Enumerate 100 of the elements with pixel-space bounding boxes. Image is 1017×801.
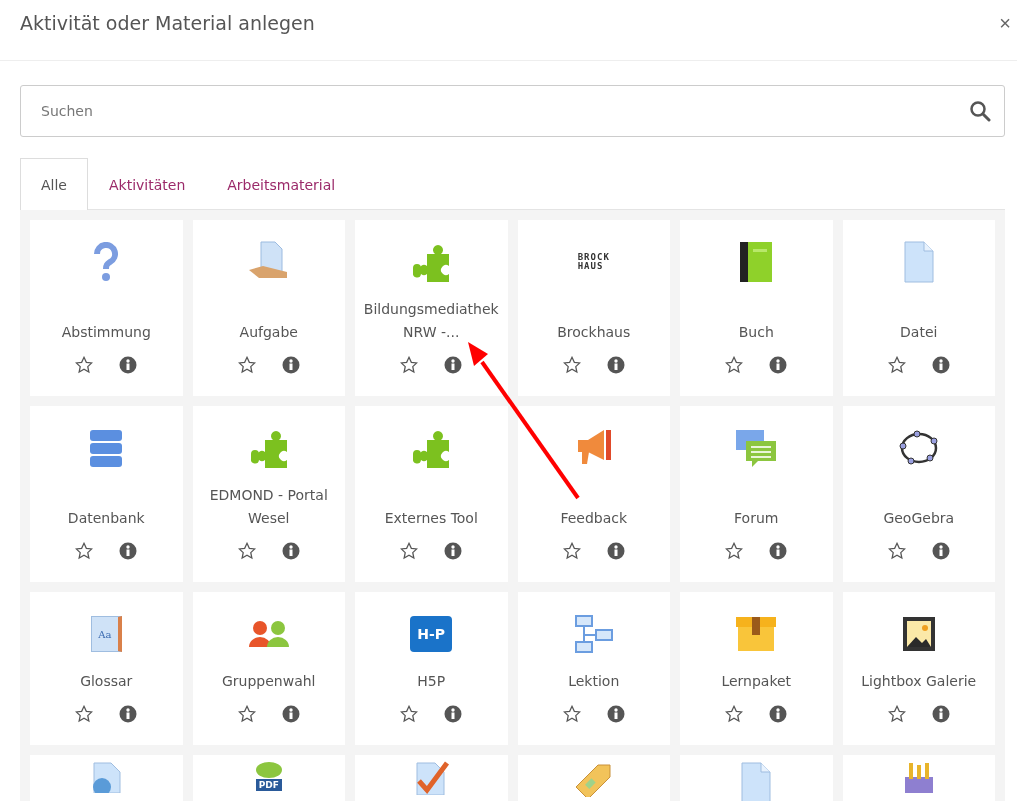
module-name: EDMOND - Portal Wesel bbox=[208, 486, 329, 528]
info-icon bbox=[281, 705, 300, 723]
info-button[interactable] bbox=[769, 705, 788, 723]
info-icon bbox=[931, 705, 950, 723]
star-button[interactable] bbox=[725, 356, 744, 374]
star-icon bbox=[725, 705, 744, 723]
info-icon bbox=[606, 356, 625, 374]
info-icon bbox=[769, 542, 788, 560]
info-icon bbox=[606, 705, 625, 723]
glossary-icon: Aa bbox=[90, 616, 122, 652]
star-button[interactable] bbox=[400, 542, 419, 560]
info-icon bbox=[119, 356, 138, 374]
info-icon bbox=[606, 542, 625, 560]
star-icon bbox=[562, 542, 581, 560]
brockhaus-logo: BROCK HAUS bbox=[577, 253, 610, 271]
star-button[interactable] bbox=[400, 705, 419, 723]
star-button[interactable] bbox=[75, 705, 94, 723]
star-button[interactable] bbox=[887, 705, 906, 723]
star-icon bbox=[237, 356, 256, 374]
close-button[interactable]: × bbox=[995, 11, 1015, 35]
info-icon bbox=[281, 542, 300, 560]
star-icon bbox=[887, 542, 906, 560]
module-name: Forum bbox=[734, 509, 779, 528]
module-name: Glossar bbox=[80, 672, 133, 691]
dialog-title: Aktivität oder Material anlegen bbox=[20, 12, 315, 34]
star-icon bbox=[237, 705, 256, 723]
info-button[interactable] bbox=[281, 542, 300, 560]
info-button[interactable] bbox=[931, 705, 950, 723]
module-name: Abstimmung bbox=[61, 323, 151, 342]
info-button[interactable] bbox=[769, 542, 788, 560]
module-name: Buch bbox=[738, 323, 774, 342]
question-mark-icon bbox=[93, 242, 120, 282]
info-icon bbox=[931, 356, 950, 374]
module-name: Brockhaus bbox=[557, 323, 631, 342]
speech-bubbles-icon bbox=[734, 428, 779, 468]
info-button[interactable] bbox=[931, 356, 950, 374]
star-icon bbox=[237, 542, 256, 560]
info-button[interactable] bbox=[281, 356, 300, 374]
info-icon bbox=[444, 356, 463, 374]
flowchart-icon bbox=[573, 614, 614, 654]
info-icon bbox=[931, 542, 950, 560]
info-icon bbox=[444, 542, 463, 560]
info-button[interactable] bbox=[769, 356, 788, 374]
info-button[interactable] bbox=[606, 356, 625, 374]
star-button[interactable] bbox=[562, 356, 581, 374]
h5p-logo: H-P bbox=[410, 616, 453, 652]
info-button[interactable] bbox=[931, 542, 950, 560]
module-name: Lektion bbox=[568, 672, 620, 691]
info-button[interactable] bbox=[444, 356, 463, 374]
star-icon bbox=[400, 705, 419, 723]
module-name: GeoGebra bbox=[883, 509, 955, 528]
tab[interactable]: Alle bbox=[20, 158, 88, 210]
module-name: Bildungsmediathek NRW -... bbox=[362, 300, 500, 342]
info-icon bbox=[119, 542, 138, 560]
star-icon bbox=[75, 356, 94, 374]
module-name: Feedback bbox=[560, 509, 628, 528]
search-field[interactable]: Suchen bbox=[20, 85, 1005, 137]
star-button[interactable] bbox=[237, 542, 256, 560]
info-button[interactable] bbox=[119, 356, 138, 374]
star-button[interactable] bbox=[725, 542, 744, 560]
module-name: Datenbank bbox=[67, 509, 145, 528]
star-icon bbox=[725, 356, 744, 374]
star-icon bbox=[887, 356, 906, 374]
info-button[interactable] bbox=[119, 542, 138, 560]
module-name: Datei bbox=[900, 323, 938, 342]
star-button[interactable] bbox=[237, 356, 256, 374]
module-name: Aufgabe bbox=[239, 323, 298, 342]
star-button[interactable] bbox=[887, 356, 906, 374]
star-button[interactable] bbox=[75, 356, 94, 374]
star-icon bbox=[562, 705, 581, 723]
tab[interactable]: Arbeitsmaterial bbox=[206, 158, 357, 210]
info-icon bbox=[444, 705, 463, 723]
package-icon bbox=[734, 615, 779, 653]
module-name: Externes Tool bbox=[384, 509, 478, 528]
star-button[interactable] bbox=[562, 705, 581, 723]
module-name: Lernpaket bbox=[721, 672, 792, 691]
info-icon bbox=[769, 356, 788, 374]
star-button[interactable] bbox=[237, 705, 256, 723]
tag-icon bbox=[573, 761, 614, 797]
picture-icon bbox=[900, 615, 937, 653]
book-icon bbox=[738, 240, 775, 284]
info-button[interactable] bbox=[606, 705, 625, 723]
search-icon bbox=[969, 100, 991, 122]
info-button[interactable] bbox=[119, 705, 138, 723]
info-button[interactable] bbox=[444, 542, 463, 560]
star-button[interactable] bbox=[725, 705, 744, 723]
module-name: H5P bbox=[417, 672, 446, 691]
star-icon bbox=[400, 356, 419, 374]
info-button[interactable] bbox=[606, 542, 625, 560]
tab[interactable]: Aktivitäten bbox=[88, 158, 207, 210]
database-icon bbox=[88, 428, 125, 468]
info-button[interactable] bbox=[281, 705, 300, 723]
info-icon bbox=[769, 705, 788, 723]
info-button[interactable] bbox=[444, 705, 463, 723]
star-button[interactable] bbox=[400, 356, 419, 374]
star-button[interactable] bbox=[75, 542, 94, 560]
star-button[interactable] bbox=[562, 542, 581, 560]
star-button[interactable] bbox=[887, 542, 906, 560]
star-icon bbox=[400, 542, 419, 560]
star-icon bbox=[75, 705, 94, 723]
